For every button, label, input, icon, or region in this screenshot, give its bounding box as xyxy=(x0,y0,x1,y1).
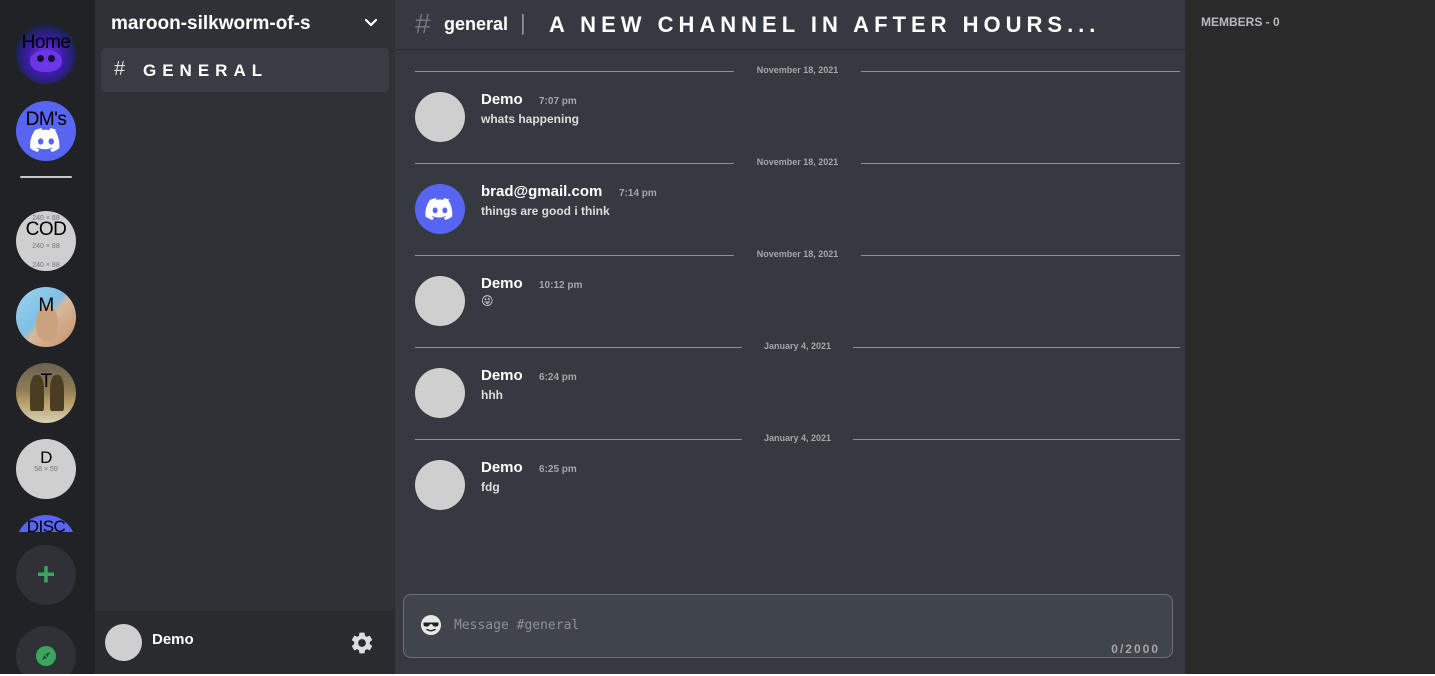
message-timestamp: 7:14 pm xyxy=(619,188,657,199)
avatar[interactable] xyxy=(415,276,465,326)
discord-logo-icon xyxy=(425,198,453,220)
message-timestamp: 7:07 pm xyxy=(539,96,577,107)
message-author[interactable]: Demo xyxy=(481,459,523,476)
server-cod-label: COD xyxy=(25,219,67,240)
server-rail-divider xyxy=(20,176,72,178)
date-divider-label: November 18, 2021 xyxy=(756,249,839,259)
members-panel: MEMBERS - 0 xyxy=(1185,0,1435,674)
date-divider-label: January 4, 2021 xyxy=(763,341,832,351)
compass-icon xyxy=(36,646,56,666)
discord-logo-icon xyxy=(30,128,60,152)
message-author[interactable]: brad@gmail.com xyxy=(481,183,602,200)
server-t-label: T xyxy=(40,371,52,392)
message-text: hhh xyxy=(481,388,503,402)
emoji-picker-icon[interactable] xyxy=(420,614,442,636)
chevron-down-icon[interactable] xyxy=(363,15,379,31)
character-counter: 0/2000 xyxy=(1111,642,1160,656)
server-d[interactable]: D 58 × 59 xyxy=(16,439,76,499)
message-timestamp: 10:12 pm xyxy=(539,280,583,291)
message-input[interactable] xyxy=(454,613,1134,637)
message-text: things are good i think xyxy=(481,204,610,218)
add-server-button[interactable]: + xyxy=(16,545,76,605)
date-divider: November 18, 2021 xyxy=(415,248,1180,262)
guild-header[interactable]: maroon-silkworm-of-s xyxy=(95,0,395,48)
message-timestamp: 6:24 pm xyxy=(539,372,577,383)
message-text: whats happening xyxy=(481,112,580,126)
message-author[interactable]: Demo xyxy=(481,367,523,384)
server-t[interactable]: T xyxy=(16,363,76,423)
server-m[interactable]: M xyxy=(16,287,76,347)
avatar[interactable] xyxy=(415,460,465,510)
avatar[interactable] xyxy=(415,184,465,234)
channel-item-general[interactable]: # GENERAL xyxy=(101,48,389,92)
message-list[interactable]: November 18, 2021 Demo 7:07 pm whats hap… xyxy=(395,50,1185,590)
server-m-label: M xyxy=(38,295,54,316)
user-panel: Demo xyxy=(95,611,395,674)
message-text: 😜 xyxy=(481,294,494,308)
hashtag-icon: # xyxy=(415,8,431,39)
date-divider-label: November 18, 2021 xyxy=(756,157,839,167)
avatar[interactable] xyxy=(415,368,465,418)
plus-icon: + xyxy=(36,556,56,592)
message-author[interactable]: Demo xyxy=(481,275,523,292)
avatar[interactable] xyxy=(415,92,465,142)
server-dm-label: DM's xyxy=(25,109,67,130)
date-divider: November 18, 2021 xyxy=(415,156,1180,170)
header-separator: | xyxy=(520,10,526,35)
channel-title: general xyxy=(444,14,509,34)
date-divider-label: January 4, 2021 xyxy=(763,433,832,443)
server-rail: Home DM's 240 × 88 COD 240 × 88 240 × 88… xyxy=(0,0,95,674)
server-disc-label: DISC xyxy=(26,517,66,536)
channel-sidebar: maroon-silkworm-of-s # GENERAL Demo xyxy=(95,0,395,674)
message-timestamp: 6:25 pm xyxy=(539,464,577,475)
channel-item-label: GENERAL xyxy=(143,61,269,80)
server-direct-messages[interactable]: DM's xyxy=(16,101,76,161)
date-divider: November 18, 2021 xyxy=(415,64,1180,78)
channel-header: # general | A NEW CHANNEL IN AFTER HOURS… xyxy=(395,0,1185,50)
server-cod-placeholder-text: 240 × 88 xyxy=(32,243,60,250)
avatar[interactable] xyxy=(105,624,142,661)
home-mascot-icon xyxy=(30,50,62,72)
user-name: Demo xyxy=(152,631,194,648)
hashtag-icon: # xyxy=(114,58,126,80)
server-home[interactable]: Home xyxy=(16,24,76,84)
date-divider: January 4, 2021 xyxy=(415,432,1180,446)
date-divider-label: November 18, 2021 xyxy=(756,65,839,75)
message-text: fdg xyxy=(481,480,500,494)
message-author[interactable]: Demo xyxy=(481,91,523,108)
members-title: MEMBERS - 0 xyxy=(1201,15,1280,29)
server-cod[interactable]: 240 × 88 COD 240 × 88 240 × 88 xyxy=(16,211,76,271)
server-d-placeholder-text: 58 × 59 xyxy=(34,466,58,473)
server-d-label: D xyxy=(40,448,52,467)
guild-name: maroon-silkworm-of-s xyxy=(111,13,311,34)
server-home-label: Home xyxy=(21,32,71,53)
message-composer: 0/2000 xyxy=(403,594,1173,658)
channel-topic: A NEW CHANNEL IN AFTER HOURS... xyxy=(549,12,1101,37)
chat-area: # general | A NEW CHANNEL IN AFTER HOURS… xyxy=(395,0,1185,674)
date-divider: January 4, 2021 xyxy=(415,340,1180,354)
gear-icon[interactable] xyxy=(349,630,375,656)
